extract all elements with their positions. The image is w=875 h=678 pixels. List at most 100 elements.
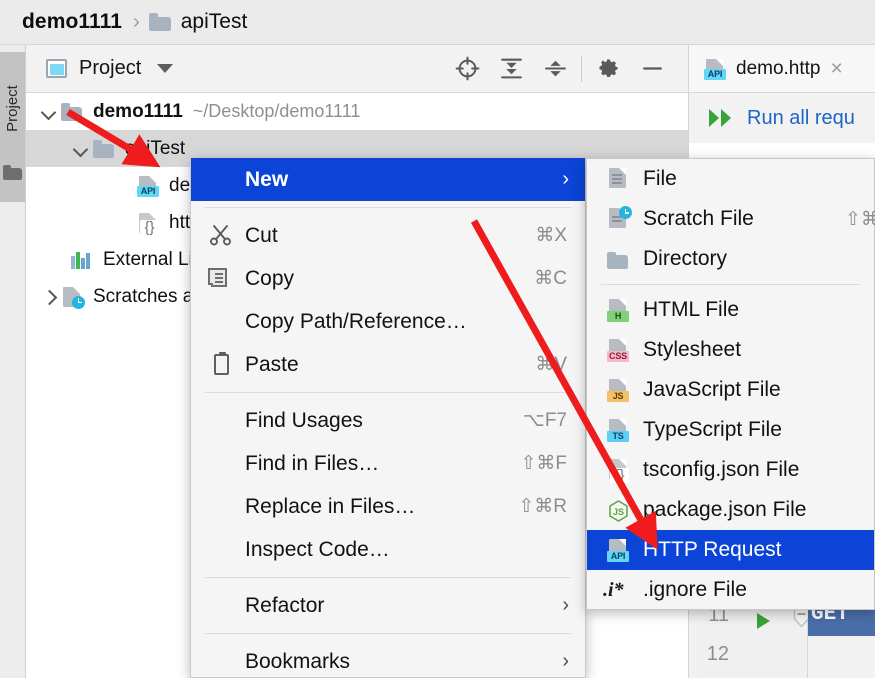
tool-window-label: Project [4, 85, 21, 132]
toolbar-divider [581, 55, 582, 82]
run-all-icon[interactable] [707, 107, 737, 129]
minimize-icon[interactable] [630, 47, 674, 91]
menu-item-find-in-files[interactable]: Find in Files… ⇧⌘F [191, 442, 585, 485]
menu-item-shortcut: ⌘C [534, 268, 567, 289]
api-file-icon: API [605, 538, 631, 562]
menu-item-copy[interactable]: Copy ⌘C [191, 257, 585, 300]
chevron-right-icon: › [562, 594, 569, 616]
tab-demo-http[interactable]: API demo.http × [689, 45, 875, 92]
empty-icon [209, 537, 235, 563]
submenu-item-ignore-file[interactable]: .i* .ignore File [587, 570, 874, 610]
menu-item-replace-in-files[interactable]: Replace in Files… ⇧⌘R [191, 485, 585, 528]
folder-icon [60, 101, 84, 123]
tree-item-label: demo1111 [93, 100, 183, 122]
ide-window: demo1111 › apiTest Project Project demo1… [0, 0, 875, 678]
empty-icon [209, 408, 235, 434]
empty-icon [209, 309, 235, 335]
left-tool-strip: Project [0, 45, 26, 678]
chevron-down-icon[interactable] [157, 64, 174, 73]
submenu-item-file[interactable]: File [587, 159, 874, 199]
submenu-item-label: JavaScript File [643, 378, 781, 401]
chevron-right-icon: › [562, 650, 569, 672]
json-file-icon: {} [605, 458, 631, 483]
submenu-item-html-file[interactable]: H HTML File [587, 290, 874, 330]
settings-gear-icon[interactable] [586, 47, 630, 91]
editor-gutter[interactable]: 11 12 [697, 600, 810, 678]
breadcrumb-project[interactable]: demo1111 [22, 10, 122, 34]
chevron-down-icon[interactable] [38, 101, 60, 123]
chevron-right-icon[interactable] [38, 286, 60, 308]
run-all-label[interactable]: Run all requ [747, 107, 855, 130]
chevron-down-icon[interactable] [70, 138, 92, 160]
close-icon[interactable]: × [831, 58, 843, 79]
menu-item-inspect-code[interactable]: Inspect Code… [191, 528, 585, 571]
submenu-item-tsconfig-json-file[interactable]: {} tsconfig.json File [587, 450, 874, 490]
menu-item-label: New [245, 167, 289, 191]
empty-icon [209, 649, 235, 675]
api-file-icon: API [136, 175, 160, 197]
submenu-item-scratch-file[interactable]: Scratch File ⇧⌘ [587, 199, 875, 239]
tab-label: demo.http [736, 57, 821, 79]
node-package-icon: JS [605, 498, 631, 522]
project-panel-header: Project [26, 45, 688, 93]
html-file-icon: H [605, 298, 631, 322]
run-all-requests-bar[interactable]: Run all requ [688, 93, 875, 143]
submenu-item-shortcut: ⇧⌘ [845, 208, 875, 230]
menu-item-label: Copy Path/Reference… [245, 309, 467, 333]
tool-window-button-project[interactable]: Project [0, 52, 25, 202]
menu-item-label: Inspect Code… [245, 537, 390, 561]
copy-icon [208, 266, 235, 292]
menu-item-refactor[interactable]: Refactor › [191, 584, 585, 627]
breadcrumb-separator-icon: › [133, 10, 140, 33]
tree-row[interactable]: demo1111 ~/Desktop/demo1111 [26, 93, 688, 130]
menu-item-cut[interactable]: Cut ⌘X [191, 214, 585, 257]
menu-divider [205, 207, 571, 208]
ignore-file-icon: .i* [603, 579, 624, 601]
menu-item-shortcut: ⌘V [535, 354, 567, 375]
submenu-item-typescript-file[interactable]: TS TypeScript File [587, 410, 874, 450]
line-number: 12 [706, 643, 729, 665]
menu-item-new[interactable]: New › [191, 158, 585, 201]
context-menu[interactable]: New › Cut ⌘X Copy ⌘C Copy Path/Reference… [190, 158, 586, 678]
api-file-icon: API [703, 58, 727, 80]
scratches-icon [60, 286, 85, 309]
menu-item-label: Paste [245, 352, 299, 376]
clipboard-icon [209, 351, 235, 378]
ts-file-icon: TS [605, 418, 631, 442]
folder-icon [3, 165, 22, 180]
menu-item-copy-path-reference[interactable]: Copy Path/Reference… [191, 300, 585, 343]
scratch-file-icon [605, 206, 632, 231]
collapse-all-icon[interactable] [533, 47, 577, 91]
empty-icon [209, 451, 235, 477]
new-submenu[interactable]: File Scratch File ⇧⌘ Directory H HTML Fi… [586, 158, 875, 610]
menu-item-label: Find Usages [245, 408, 363, 432]
submenu-item-label: HTTP Request [643, 538, 782, 561]
breadcrumb-folder[interactable]: apiTest [181, 10, 248, 34]
submenu-item-package-json-file[interactable]: JS package.json File [587, 490, 874, 530]
breadcrumb: demo1111 › apiTest [0, 0, 875, 45]
run-request-icon[interactable] [757, 613, 770, 629]
menu-item-paste[interactable]: Paste ⌘V [191, 343, 585, 386]
expand-all-icon[interactable] [489, 47, 533, 91]
menu-item-find-usages[interactable]: Find Usages ⌥F7 [191, 399, 585, 442]
submenu-item-stylesheet[interactable]: CSS Stylesheet [587, 330, 874, 370]
menu-divider [205, 577, 571, 578]
submenu-item-label: File [643, 167, 677, 190]
chevron-right-icon: › [562, 168, 569, 190]
submenu-item-http-request[interactable]: API HTTP Request [587, 530, 874, 570]
tree-item-label: apiTest [125, 137, 186, 159]
scissors-icon [209, 223, 235, 249]
code-editor-area[interactable]: 11 12 GET [689, 599, 875, 678]
menu-item-label: Find in Files… [245, 451, 380, 475]
menu-item-label: Replace in Files… [245, 494, 416, 518]
tree-item-path: ~/Desktop/demo1111 [192, 101, 361, 121]
svg-text:JS: JS [613, 507, 624, 517]
submenu-item-directory[interactable]: Directory [587, 239, 874, 279]
folder-icon [148, 13, 171, 31]
folder-icon [92, 138, 116, 160]
submenu-item-label: tsconfig.json File [643, 458, 800, 481]
submenu-item-javascript-file[interactable]: JS JavaScript File [587, 370, 874, 410]
menu-divider [205, 633, 571, 634]
menu-item-bookmarks[interactable]: Bookmarks › [191, 640, 585, 678]
locate-target-icon[interactable] [445, 47, 489, 91]
